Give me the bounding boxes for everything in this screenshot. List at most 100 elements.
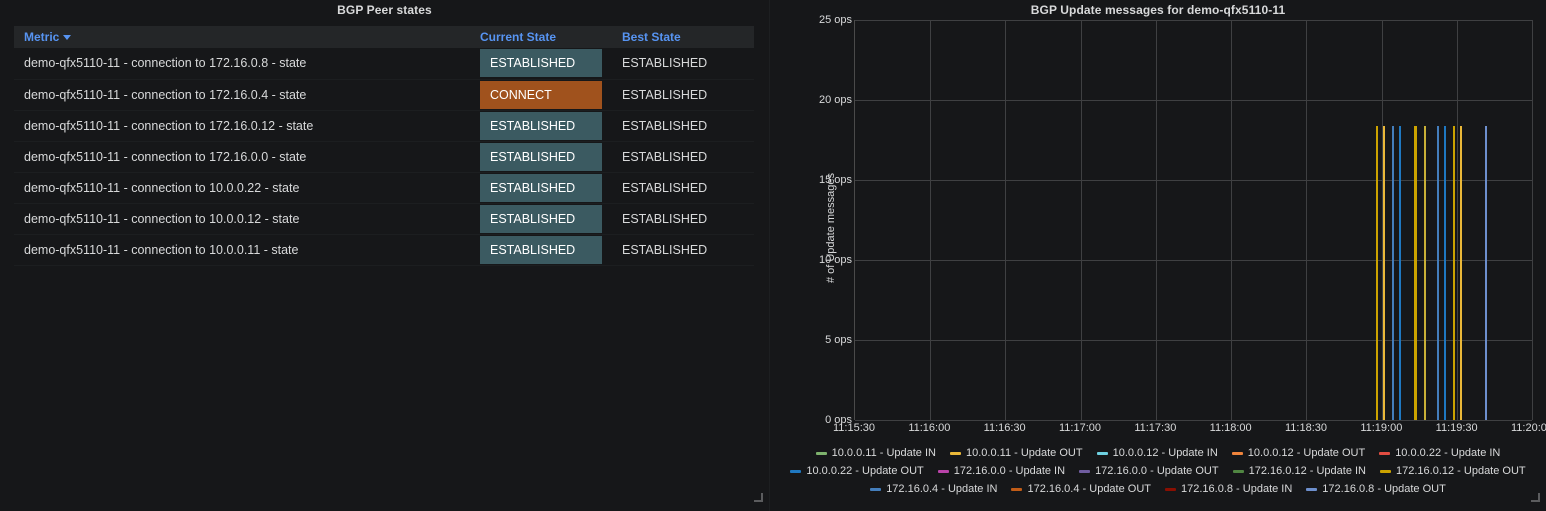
vertical-gridline: [1080, 20, 1082, 420]
x-axis-tick-label: 11:16:00: [908, 422, 951, 434]
x-axis-tick-label: 11:19:00: [1360, 422, 1403, 434]
column-header-current-state[interactable]: Current State: [470, 26, 612, 48]
legend-color-swatch: [1231, 451, 1243, 455]
legend-item[interactable]: 172.16.0.8 - Update IN: [1165, 483, 1292, 495]
x-axis-tick-label: 11:18:00: [1209, 422, 1252, 434]
vertical-gridline: [1306, 20, 1308, 420]
cell-metric: demo-qfx5110-11 - connection to 10.0.0.1…: [14, 203, 470, 235]
vertical-gridline: [1155, 20, 1157, 420]
panel-resize-handle[interactable]: [1531, 493, 1540, 502]
status-badge: ESTABLISHED: [480, 142, 602, 171]
legend-item[interactable]: 10.0.0.22 - Update OUT: [790, 465, 924, 477]
legend-item[interactable]: 172.16.0.8 - Update OUT: [1306, 483, 1446, 495]
cell-best-state: ESTABLISHED: [612, 234, 754, 266]
panel-resize-handle[interactable]: [754, 493, 763, 502]
graph-plot-area[interactable]: # of Update messages 0 ops 5 ops 10 ops 15 …: [770, 14, 1546, 435]
table-row[interactable]: demo-qfx5110-11 - connection to 10.0.0.1…: [14, 234, 754, 266]
status-badge: ESTABLISHED: [480, 173, 602, 202]
cell-current-state: ESTABLISHED: [470, 141, 612, 173]
data-spike: [1391, 125, 1394, 420]
table-row[interactable]: demo-qfx5110-11 - connection to 172.16.0…: [14, 141, 754, 173]
legend-label: 172.16.0.4 - Update OUT: [1027, 483, 1151, 495]
x-axis-tick-label: 11:19:30: [1435, 422, 1478, 434]
cell-best-state: ESTABLISHED: [612, 48, 754, 80]
legend-color-swatch: [1096, 451, 1108, 455]
cell-metric: demo-qfx5110-11 - connection to 172.16.0…: [14, 110, 470, 142]
table-row[interactable]: demo-qfx5110-11 - connection to 172.16.0…: [14, 110, 754, 142]
column-header-best-state[interactable]: Best State: [612, 26, 754, 48]
legend-item[interactable]: 10.0.0.11 - Update OUT: [950, 447, 1083, 459]
cell-current-state: ESTABLISHED: [470, 48, 612, 80]
cell-best-state: ESTABLISHED: [612, 172, 754, 204]
data-spike: [1398, 125, 1401, 420]
y-axis-tick-label: 5 ops: [825, 334, 852, 346]
cell-current-state: ESTABLISHED: [470, 234, 612, 266]
data-spike: [1443, 125, 1446, 420]
legend-color-swatch: [790, 469, 802, 473]
y-axis-tick-label: 10 ops: [818, 254, 852, 266]
legend-item[interactable]: 10.0.0.11 - Update IN: [815, 447, 936, 459]
y-axis-tick-label: 15 ops: [818, 174, 852, 186]
x-axis-tick-label: 11:15:30: [832, 422, 876, 434]
vertical-gridline: [930, 20, 932, 420]
legend-color-swatch: [1380, 469, 1391, 473]
table-row[interactable]: demo-qfx5110-11 - connection to 10.0.0.2…: [14, 172, 754, 204]
status-badge: ESTABLISHED: [480, 204, 602, 233]
table-row[interactable]: demo-qfx5110-11 - connection to 10.0.0.1…: [14, 203, 754, 235]
legend-item[interactable]: 172.16.0.4 - Update OUT: [1011, 483, 1151, 495]
data-spike: [1484, 125, 1487, 420]
vertical-gridline: [1456, 20, 1458, 420]
legend-item[interactable]: 10.0.0.12 - Update OUT: [1231, 447, 1366, 459]
y-axis-tick-labels: 0 ops 5 ops 10 ops 15 ops 20 ops 25 ops: [790, 14, 852, 426]
legend-label: 10.0.0.22 - Update IN: [1395, 447, 1501, 459]
panel-bgp-peer-states: BGP Peer states Metric Current State Bes…: [0, 0, 770, 511]
cell-best-state: ESTABLISHED: [612, 141, 754, 173]
legend-color-swatch: [1306, 487, 1318, 491]
x-axis-tick-label: 11:17:30: [1134, 422, 1177, 434]
legend-label: 10.0.0.11 - Update OUT: [966, 447, 1083, 459]
cell-current-state: ESTABLISHED: [470, 110, 612, 142]
legend-item[interactable]: 10.0.0.22 - Update IN: [1379, 447, 1500, 459]
horizontal-gridline: [855, 420, 1532, 421]
bgp-peer-states-table: Metric Current State Best State demo-qfx…: [14, 26, 754, 266]
legend-item[interactable]: 172.16.0.12 - Update OUT: [1380, 465, 1526, 477]
caret-down-icon: [63, 35, 72, 41]
legend-color-swatch: [1165, 487, 1176, 491]
legend-label: 10.0.0.12 - Update OUT: [1247, 447, 1366, 459]
legend-item[interactable]: 172.16.0.12 - Update IN: [1232, 465, 1366, 477]
status-badge: ESTABLISHED: [480, 49, 602, 78]
panel-bgp-update-messages: BGP Update messages for demo-qfx5110-11 …: [770, 0, 1546, 511]
plot-canvas[interactable]: [854, 20, 1533, 421]
table-body: demo-qfx5110-11 - connection to 172.16.0…: [14, 48, 754, 266]
y-axis-tick-label: 20 ops: [818, 94, 852, 106]
legend-item[interactable]: 10.0.0.12 - Update IN: [1096, 447, 1218, 459]
legend-item[interactable]: 172.16.0.0 - Update OUT: [1079, 465, 1219, 477]
grafana-dashboard: BGP Peer states Metric Current State Bes…: [0, 0, 1546, 511]
vertical-gridline: [1532, 20, 1533, 420]
y-axis-tick-label: 25 ops: [818, 14, 852, 26]
cell-current-state: ESTABLISHED: [470, 172, 612, 204]
vertical-gridline: [1005, 20, 1007, 420]
column-header-metric[interactable]: Metric: [14, 26, 470, 48]
data-spike: [1383, 125, 1386, 420]
table-panel-title[interactable]: BGP Peer states: [0, 0, 769, 20]
table-row[interactable]: demo-qfx5110-11 - connection to 172.16.0…: [14, 48, 754, 80]
status-badge: ESTABLISHED: [480, 235, 602, 264]
data-spike: [1423, 125, 1426, 420]
legend-color-swatch: [1079, 469, 1091, 473]
legend-row: 10.0.0.22 - Update OUT 172.16.0.0 - Updat…: [770, 462, 1546, 480]
legend-item[interactable]: 172.16.0.0 - Update IN: [937, 465, 1065, 477]
legend-label: 10.0.0.11 - Update IN: [831, 447, 936, 459]
data-spike: [1437, 125, 1440, 420]
legend-item[interactable]: 172.16.0.4 - Update IN: [870, 483, 997, 495]
cell-current-state: ESTABLISHED: [470, 203, 612, 235]
legend-label: 172.16.0.8 - Update OUT: [1322, 483, 1446, 495]
x-axis-tick-label: 11:16:30: [983, 422, 1026, 434]
table-row[interactable]: demo-qfx5110-11 - connection to 172.16.0…: [14, 79, 754, 111]
horizontal-gridline: [855, 180, 1532, 181]
table-header-row: Metric Current State Best State: [14, 26, 754, 48]
cell-metric: demo-qfx5110-11 - connection to 10.0.0.2…: [14, 172, 470, 204]
cell-best-state: ESTABLISHED: [612, 203, 754, 235]
legend-label: 172.16.0.0 - Update OUT: [1095, 465, 1219, 477]
graph-panel-title[interactable]: BGP Update messages for demo-qfx5110-11: [770, 0, 1546, 20]
